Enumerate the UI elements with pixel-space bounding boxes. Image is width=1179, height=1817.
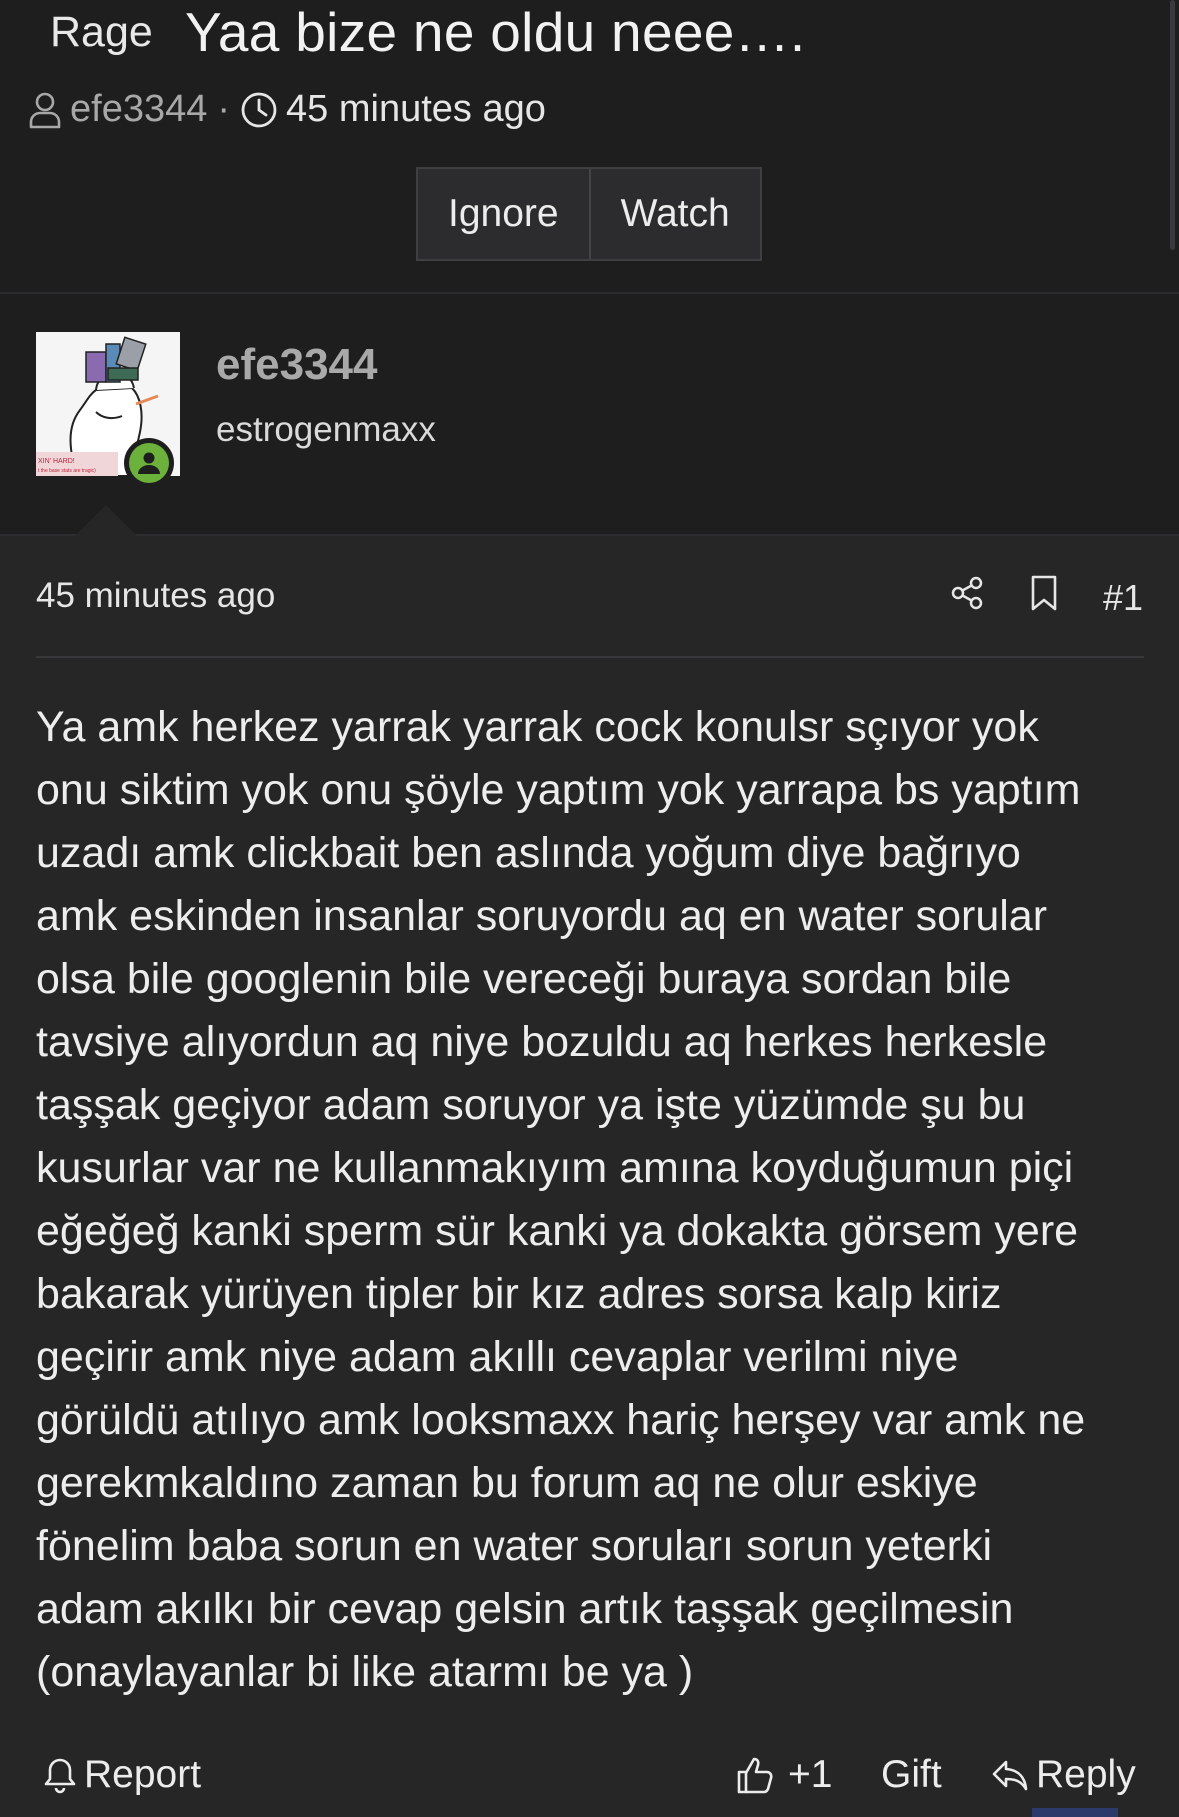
- post-line: görüldü atılıyo amk looksmaxx hariç herş…: [36, 1396, 1086, 1444]
- thread-action-buttons: Ignore Watch: [416, 167, 762, 261]
- post-line: tavsiye alıyordun aq niye bozuldu aq her…: [36, 1018, 1048, 1066]
- thread-title: Yaa bize ne oldu neee….: [185, 1, 806, 63]
- avatar-subcaption: t the base stats are tragic): [38, 468, 96, 474]
- post: 45 minutes ago #1 Ya amk herkez yarrak y…: [0, 536, 1179, 1817]
- post-line: uzadı amk clickbait ben aslında yoğum di…: [36, 829, 1021, 877]
- like-count: +1: [788, 1753, 833, 1796]
- user-status-icon: [138, 452, 160, 474]
- post-body: Ya amk herkez yarrak yarrak cock konulsr…: [36, 696, 1146, 1704]
- clock-icon: [240, 91, 278, 129]
- post-line: fönelim baba sorun en water soruları sor…: [36, 1522, 993, 1570]
- user-title: estrogenmaxx: [216, 410, 436, 449]
- bookmark-icon[interactable]: [1029, 574, 1059, 621]
- online-status-indicator: [124, 438, 174, 488]
- gift-button[interactable]: Gift: [881, 1753, 942, 1797]
- post-line: amk eskinden insanlar soruyordu aq en wa…: [36, 892, 1048, 940]
- post-line: bakarak yürüyen tipler bir kız adres sor…: [36, 1270, 1002, 1318]
- watch-button[interactable]: Watch: [588, 169, 760, 259]
- avatar-caption: XIN' HARD!: [38, 458, 75, 465]
- like-button[interactable]: +1: [734, 1753, 832, 1797]
- post-line: taşşak geçiyor adam soruyor ya işte yüzü…: [36, 1081, 1026, 1129]
- post-number[interactable]: #1: [1103, 577, 1143, 619]
- post-line: eğeğeğ kanki sperm sür kanki ya dokakta …: [36, 1207, 1079, 1255]
- bottom-element: [1032, 1808, 1118, 1817]
- post-line: kusurlar var ne kullanmakıyım amına koyd…: [36, 1144, 1074, 1192]
- post-line: geçirir amk niye adam akıllı cevaplar ve…: [36, 1333, 959, 1381]
- post-line: onu siktim yok onu şöyle yaptım yok yarr…: [36, 766, 1081, 814]
- user-block: XIN' HARD! t the base stats are tragic): [0, 294, 1179, 534]
- thread-meta: efe3344 · 45 minutes ago: [28, 88, 546, 131]
- post-actions: #1: [949, 574, 1143, 621]
- thread-author-link[interactable]: efe3344: [70, 88, 207, 131]
- thread-header: Rage Yaa bize ne oldu neee…. efe3344 · 4…: [0, 0, 1179, 292]
- thumbs-up-icon: [737, 1757, 773, 1794]
- user-icon: [28, 91, 62, 129]
- post-line: gerekmkaldıno zaman bu forum aq ne olur …: [36, 1459, 978, 1507]
- report-button[interactable]: Report: [42, 1753, 201, 1797]
- bell-icon: [44, 1758, 76, 1794]
- post-footer: Report +1 Gift Reply: [0, 1753, 1179, 1817]
- thread-time[interactable]: 45 minutes ago: [286, 88, 546, 131]
- reply-icon: [992, 1760, 1028, 1791]
- post-line: Ya amk herkez yarrak yarrak cock konulsr…: [36, 703, 1039, 751]
- post-line: olsa bile googlenin bile vereceği buraya…: [36, 955, 1012, 1003]
- reply-button[interactable]: Reply: [990, 1753, 1136, 1797]
- post-arrow: [74, 505, 138, 537]
- post-line: adam akılkı bir cevap gelsin artık taşşa…: [36, 1585, 1014, 1633]
- report-label: Report: [84, 1753, 202, 1796]
- divider: [36, 656, 1144, 658]
- thread-prefix[interactable]: Rage: [50, 8, 153, 57]
- post-username[interactable]: efe3344: [216, 340, 377, 390]
- post-time[interactable]: 45 minutes ago: [36, 576, 275, 616]
- post-line: (onaylayanlar bi like atarmı be ya ): [36, 1648, 694, 1696]
- reply-label: Reply: [1036, 1753, 1136, 1796]
- scrollbar[interactable]: [1170, 0, 1175, 250]
- ignore-button[interactable]: Ignore: [418, 169, 589, 259]
- share-icon[interactable]: [949, 575, 985, 620]
- meta-separator: ·: [217, 88, 231, 130]
